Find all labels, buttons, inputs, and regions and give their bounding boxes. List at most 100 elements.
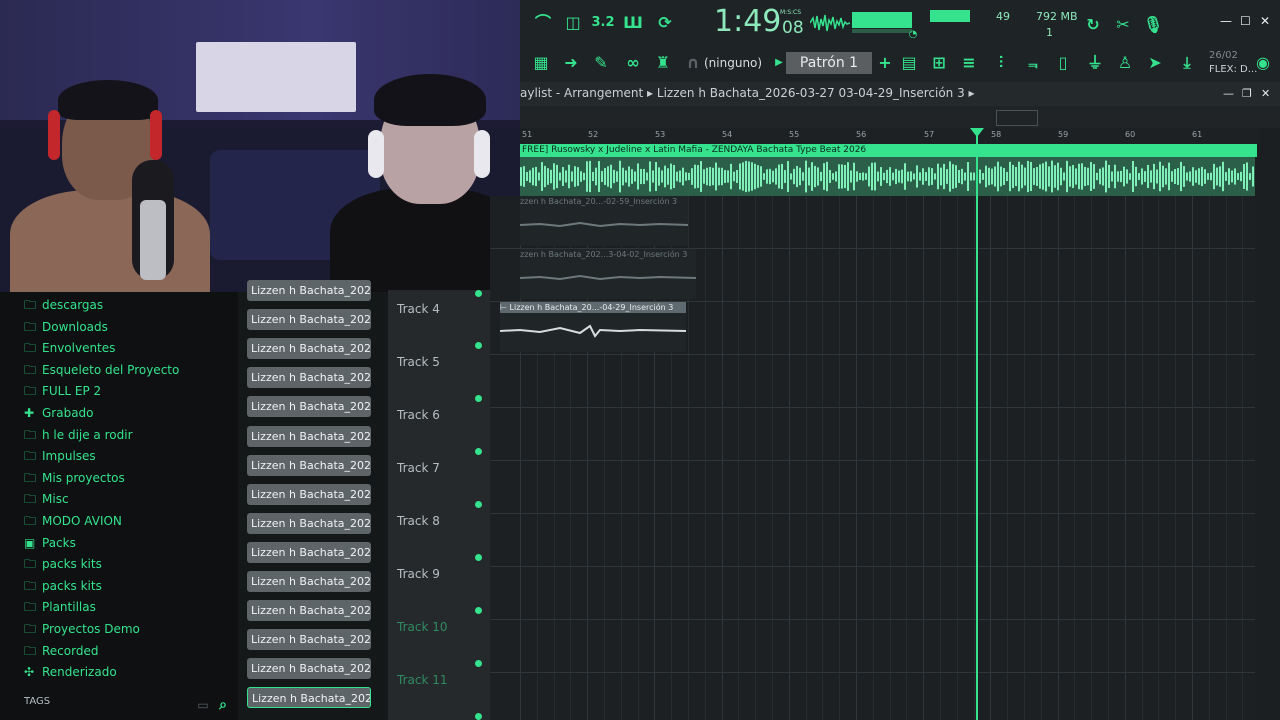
audio-clip-waveform [500, 324, 686, 338]
playlist-close-icon[interactable]: ✕ [1261, 87, 1270, 100]
playhead-marker[interactable] [970, 128, 984, 137]
clip-list-item[interactable]: Lizzen h Bachata_2026-0... [247, 571, 371, 592]
track-label[interactable]: Track 7 [397, 461, 440, 475]
clip-list-item[interactable]: Lizzen h Bachata_2026-0... [247, 454, 371, 476]
browser-folder[interactable]: 🗀 descargas [24, 294, 103, 314]
person-icon[interactable]: ♙ [1112, 50, 1138, 76]
gear-icon[interactable]: ◔ [906, 28, 920, 42]
playlist-restore-icon[interactable]: ❐ [1242, 87, 1252, 100]
close-icon[interactable]: ✕ [1260, 14, 1270, 28]
track-label[interactable]: Track 11 [397, 673, 447, 687]
clip-list-item[interactable]: Lizzen h Bachata_2026-0... [247, 425, 371, 447]
refresh-icon[interactable]: ↻ [1080, 12, 1106, 38]
pattern-add-icon[interactable]: + [872, 50, 898, 76]
clip-list-item[interactable]: Lizzen h Bachata_2026-0... [247, 367, 371, 389]
browser-folder[interactable]: 🗀 Plantillas [24, 596, 96, 616]
browser-folder[interactable]: 🗀 MODO AVION [24, 510, 122, 530]
send-icon[interactable]: ➤ [1142, 50, 1168, 76]
browser-folder[interactable]: ✚ Grabado [24, 402, 94, 422]
track-label[interactable]: Track 8 [397, 514, 440, 528]
browser-folder[interactable]: 🗀 Esqueleto del Proyecto [24, 359, 179, 379]
overview-window[interactable] [996, 110, 1038, 126]
track-mute-led[interactable] [475, 395, 482, 402]
maximize-icon[interactable]: ☐ [1240, 14, 1251, 28]
browser-folder[interactable]: 🗀 Envolventes [24, 337, 115, 357]
browser-folder[interactable]: 🗀 h le dije a rodir [24, 424, 133, 444]
track-mute-led[interactable] [475, 501, 482, 508]
clip-list-item[interactable]: Lizzen h Bachata_2026-0... [247, 512, 371, 534]
browser-folder[interactable]: 🗀 FULL EP 2 [24, 380, 101, 400]
arrow-right-icon[interactable]: ➜ [558, 50, 584, 76]
brush-icon[interactable]: ✎ [588, 50, 614, 76]
tags-label[interactable]: TAGS [24, 696, 50, 707]
track-label[interactable]: Track 10 [397, 620, 447, 634]
equalizer-icon[interactable]: ⫶ [988, 50, 1014, 76]
browser-folder[interactable]: ✣ Renderizado [24, 661, 117, 681]
pattern-selector[interactable]: Patrón 1 [786, 52, 872, 74]
playlist-grid[interactable]: zzen h Bachata_20...-02-59_Inserción 3 z… [490, 196, 1255, 720]
cut-icon[interactable]: ✂ [1110, 12, 1136, 38]
plugin-icon[interactable]: ⏚ [1082, 50, 1108, 76]
track-mute-led[interactable] [475, 290, 482, 297]
browser-folder[interactable]: 🗀 Misc [24, 488, 69, 508]
playlist-overview-scrollbar[interactable] [520, 106, 1280, 128]
pop-icon[interactable]: ◉ [1250, 50, 1276, 76]
piano-icon[interactable]: ▦ [528, 50, 554, 76]
browser-folder[interactable]: ▣ Packs [24, 532, 76, 552]
link-icon[interactable]: ∞ [620, 50, 646, 76]
clip-list-item[interactable]: Lizzen h Bachata_2026-0... [247, 309, 371, 331]
browser-folder[interactable]: 🗀 packs kits [24, 553, 102, 573]
loop-icon[interactable]: ⟳ [652, 10, 678, 36]
stamp-icon[interactable]: ♜ [650, 50, 676, 76]
clip-list-item[interactable]: Lizzen h Bachata_2026-0... [247, 396, 371, 418]
minimize-icon[interactable]: — [1220, 14, 1232, 28]
playhead[interactable] [976, 128, 978, 720]
waveform-sample [1087, 167, 1089, 186]
download-icon[interactable]: ⤓ [1174, 50, 1200, 76]
wait-icon[interactable]: Ш [620, 10, 646, 36]
clip-list-item[interactable]: Lizzen h Bachata_2026-0... [247, 687, 371, 709]
file-icon[interactable]: ▯ [1050, 50, 1076, 76]
audio-clip-selected[interactable]: ⊢ Lizzen h Bachata_20...-04-29_Inserción… [500, 302, 686, 352]
playlist-icon[interactable]: ▤ [896, 50, 922, 76]
track-mute-led[interactable] [475, 554, 482, 561]
track-mute-led[interactable] [475, 342, 482, 349]
audio-clip[interactable]: zzen h Bachata_20...-02-59_Inserción 3 [520, 196, 688, 246]
browser-folder[interactable]: 🗀 packs kits [24, 575, 102, 595]
channel-rack-icon[interactable]: ⊞ [926, 50, 952, 76]
track-mute-led[interactable] [475, 448, 482, 455]
audio-clip[interactable]: zzen h Bachata_202...3-04-02_Inserción 3 [520, 249, 696, 299]
mic-icon[interactable]: 🎙 [1140, 12, 1166, 38]
mixer-icon[interactable]: ≡ [956, 50, 982, 76]
clip-list-item[interactable]: Lizzen h Bachata_2026-0... [247, 629, 371, 651]
track-mute-led[interactable] [475, 607, 482, 614]
metronome-icon[interactable]: ◫ [560, 10, 586, 36]
track-label[interactable]: Track 5 [397, 355, 440, 369]
audio-clip-main[interactable]: FREE] Rusowsky x Judeline x Latin Mafia … [520, 144, 1257, 196]
song-position-clock[interactable]: 1:49 [714, 4, 781, 39]
snap-mode-select[interactable]: (ninguno) [704, 56, 762, 70]
step-icon[interactable]: 3.2 [590, 10, 616, 36]
browser-folder[interactable]: 🗀 Proyectos Demo [24, 618, 140, 638]
track-label[interactable]: Track 4 [397, 302, 440, 316]
track-mute-led[interactable] [475, 713, 482, 720]
pitch-icon[interactable]: ⌒ [530, 10, 556, 36]
browser-folder[interactable]: 🗀 Impulses [24, 445, 96, 465]
clip-list-item[interactable]: Lizzen h Bachata_2026-0... [247, 338, 371, 360]
search-icon[interactable]: ⌕ [210, 692, 236, 718]
track-mute-led[interactable] [475, 660, 482, 667]
track-label[interactable]: Track 9 [397, 567, 440, 581]
clip-list-item[interactable]: Lizzen h Bachata_2026-0... [247, 483, 371, 505]
clip-list-item[interactable]: Lizzen h Bachata_2026-0... [247, 658, 371, 680]
headphones-icon[interactable]: ∩ [680, 50, 706, 76]
browser-icon[interactable]: ⫬ [1020, 50, 1046, 76]
clip-list-item[interactable]: Lizzen h Bachata_2026-0... [247, 600, 371, 622]
playlist-minimize-icon[interactable]: — [1223, 87, 1234, 100]
clip-list-item[interactable]: Lizzen h Bachata_2026-0... [247, 280, 371, 301]
timeline-ruler[interactable]: 51 52 53 54 55 56 57 58 59 60 61 [520, 128, 1260, 144]
browser-folder[interactable]: 🗀 Recorded [24, 640, 98, 660]
track-label[interactable]: Track 6 [397, 408, 440, 422]
clip-list-item[interactable]: Lizzen h Bachata_2026-0... [247, 541, 371, 563]
browser-folder[interactable]: 🗀 Mis proyectos [24, 467, 125, 487]
browser-folder[interactable]: 🗀 Downloads [24, 316, 108, 336]
